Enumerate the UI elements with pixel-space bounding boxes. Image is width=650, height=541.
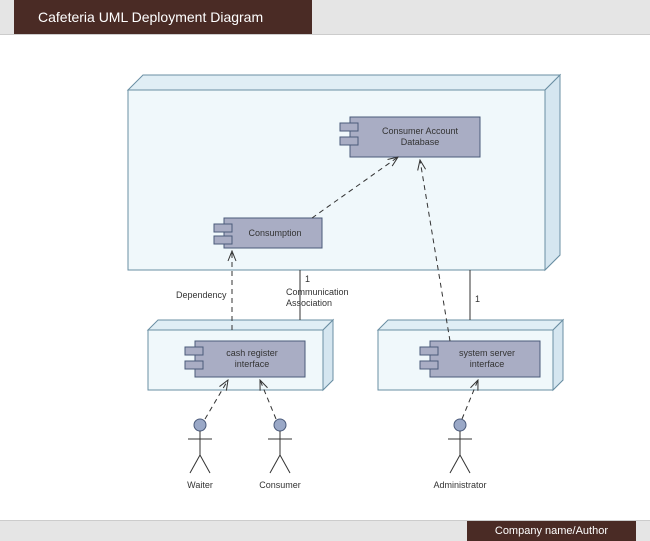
svg-text:Dependency: Dependency (176, 290, 227, 300)
diagram-canvas: Consumer Account Database Consumption ca… (0, 35, 650, 522)
page-title: Cafeteria UML Deployment Diagram (14, 0, 312, 34)
actor-consumer: Consumer (259, 419, 301, 490)
uml-svg: Consumer Account Database Consumption ca… (0, 35, 650, 522)
header-bar: Cafeteria UML Deployment Diagram (0, 0, 650, 35)
footer-text: Company name/Author (467, 521, 636, 541)
actor-waiter: Waiter (187, 419, 213, 490)
node-cash-register: cash register interface (148, 320, 333, 390)
consumer-db-line2: Database (401, 137, 440, 147)
svg-text:interface: interface (470, 359, 505, 369)
node-system-server: system server interface (378, 320, 563, 390)
svg-text:cash register: cash register (226, 348, 278, 358)
svg-text:Consumer: Consumer (259, 480, 301, 490)
actor-admin: Administrator (433, 419, 486, 490)
component-consumption: Consumption (214, 218, 322, 248)
svg-text:Consumption: Consumption (248, 228, 301, 238)
component-consumer-db: Consumer Account Database (340, 117, 480, 157)
svg-text:interface: interface (235, 359, 270, 369)
svg-text:1: 1 (305, 274, 310, 284)
svg-text:Communication: Communication (286, 287, 349, 297)
consumer-db-line1: Consumer Account (382, 126, 459, 136)
footer-bar: Company name/Author (0, 520, 650, 541)
svg-text:Administrator: Administrator (433, 480, 486, 490)
svg-text:Association: Association (286, 298, 332, 308)
node-main (128, 75, 560, 270)
svg-text:Waiter: Waiter (187, 480, 213, 490)
svg-text:system server: system server (459, 348, 515, 358)
svg-text:1: 1 (475, 294, 480, 304)
